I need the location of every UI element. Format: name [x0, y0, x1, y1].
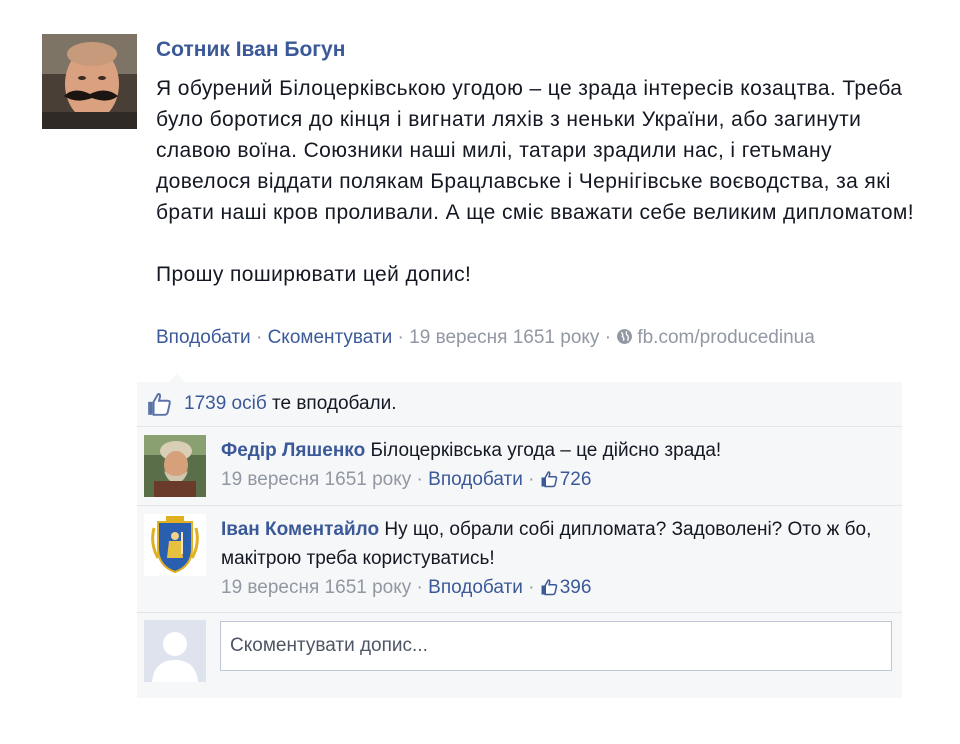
commenter-avatar[interactable] — [144, 514, 206, 576]
post-date[interactable]: 19 вересня 1651 року — [409, 327, 599, 348]
post-source: fb.com/producedinua — [637, 327, 815, 348]
thumbs-up-icon — [148, 393, 171, 416]
separator: · — [250, 327, 268, 348]
comment-like-count[interactable]: 396 — [540, 577, 592, 598]
comment-input[interactable]: Скоментувати допис... — [220, 621, 892, 671]
comment-author[interactable]: Федір Ляшенко — [221, 440, 365, 461]
likes-summary: 1739 осіб те вподобали. — [137, 382, 902, 427]
post-action-bar: Вподобати · Скоментувати · 19 вересня 16… — [156, 327, 815, 349]
comment-like-number: 726 — [559, 469, 592, 490]
commenter-photo-icon — [144, 435, 206, 497]
likes-count[interactable]: 1739 осіб — [184, 393, 267, 414]
comment-like-link[interactable]: Вподобати — [428, 577, 523, 598]
comment-content: Іван Коментайло Ну що, обрали собі дипло… — [221, 515, 893, 602]
default-profile-icon — [144, 620, 206, 682]
comment-item: Іван Коментайло Ну що, обрали собі дипло… — [137, 506, 902, 613]
comment-text: Білоцерківська угода – це дійсно зрада! — [370, 440, 722, 461]
likes-text: 1739 осіб те вподобали. — [184, 393, 397, 415]
thumbs-up-icon — [541, 471, 557, 488]
current-user-avatar — [144, 620, 206, 682]
facebook-post: Сотник Іван Богун Я обурений Білоцерківс… — [0, 0, 960, 744]
comment-date[interactable]: 19 вересня 1651 року — [221, 469, 411, 490]
author-avatar[interactable] — [42, 34, 137, 129]
like-link[interactable]: Вподобати — [156, 327, 251, 348]
comment-link[interactable]: Скоментувати — [268, 327, 393, 348]
separator: · — [392, 327, 410, 348]
post-body: Я обурений Білоцерківською угодою – це з… — [156, 73, 916, 290]
globe-icon — [617, 329, 633, 344]
separator: · — [599, 327, 617, 348]
comment-like-link[interactable]: Вподобати — [428, 469, 523, 490]
likes-suffix: те вподобали. — [266, 393, 397, 414]
coat-of-arms-avatar-icon — [144, 514, 206, 576]
comment-item: Федір Ляшенко Білоцерківська угода – це … — [137, 427, 902, 506]
post-author-name[interactable]: Сотник Іван Богун — [156, 38, 345, 62]
comment-content: Федір Ляшенко Білоцерківська угода – це … — [221, 436, 893, 494]
commenter-avatar[interactable] — [144, 435, 206, 497]
post-text: Я обурений Білоцерківською угодою – це з… — [156, 77, 914, 224]
post-share-line: Прошу поширювати цей допис! — [156, 263, 472, 286]
comment-meta: 19 вересня 1651 року · Вподобати · 396 — [221, 577, 592, 598]
comment-author[interactable]: Іван Коментайло — [221, 519, 379, 540]
comment-like-number: 396 — [559, 577, 592, 598]
thumbs-up-icon — [541, 579, 557, 596]
comment-date[interactable]: 19 вересня 1651 року — [221, 577, 411, 598]
comment-like-count[interactable]: 726 — [540, 469, 592, 490]
comment-meta: 19 вересня 1651 року · Вподобати · 726 — [221, 469, 592, 490]
author-photo-icon — [42, 34, 137, 129]
